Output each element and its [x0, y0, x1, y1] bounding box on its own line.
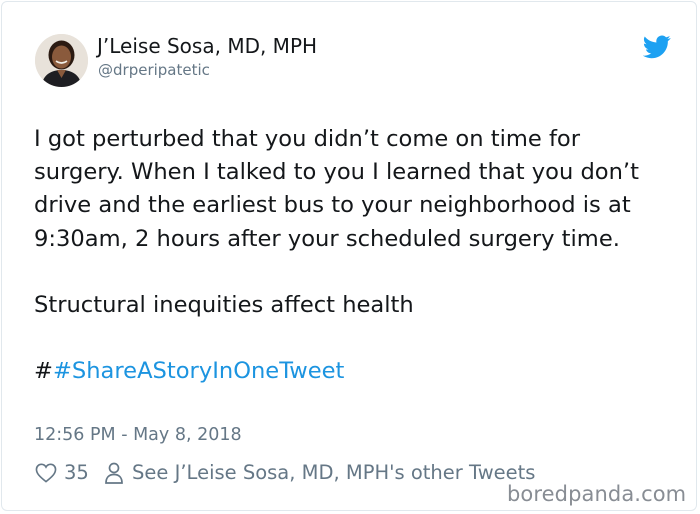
heart-icon [35, 463, 57, 483]
author-avatar[interactable] [35, 34, 88, 87]
tweet-text: I got perturbed that you didn’t come on … [34, 123, 674, 389]
tweet-actions: 35 See J’Leise Sosa, MD, MPH's other Twe… [35, 460, 535, 488]
author-name[interactable]: J’Leise Sosa, MD, MPH [97, 34, 317, 58]
twitter-bird-icon[interactable] [643, 35, 671, 59]
author-handle[interactable]: @drperipatetic [98, 61, 210, 79]
other-tweets-label: See J’Leise Sosa, MD, MPH's other Tweets [132, 461, 536, 484]
tweet-card: J’Leise Sosa, MD, MPH @drperipatetic I g… [1, 1, 697, 511]
tweet-paragraph: I got perturbed that you didn’t come on … [34, 126, 639, 252]
other-tweets-link[interactable]: See J’Leise Sosa, MD, MPH's other Tweets [95, 461, 535, 484]
hashtag-line: ##ShareAStoryInOneTweet [34, 355, 674, 388]
watermark: boredpanda.com [507, 482, 687, 506]
tweet-paragraph: Structural inequities affect health [34, 292, 414, 318]
tweet-timestamp[interactable]: 12:56 PM - May 8, 2018 [34, 425, 242, 445]
avatar-photo-icon [35, 34, 88, 87]
hashtag-link[interactable]: #ShareAStoryInOneTweet [53, 358, 344, 384]
person-icon [105, 462, 123, 484]
like-button[interactable]: 35 [35, 461, 89, 484]
hash-prefix: # [34, 358, 53, 385]
like-count: 35 [64, 461, 89, 484]
